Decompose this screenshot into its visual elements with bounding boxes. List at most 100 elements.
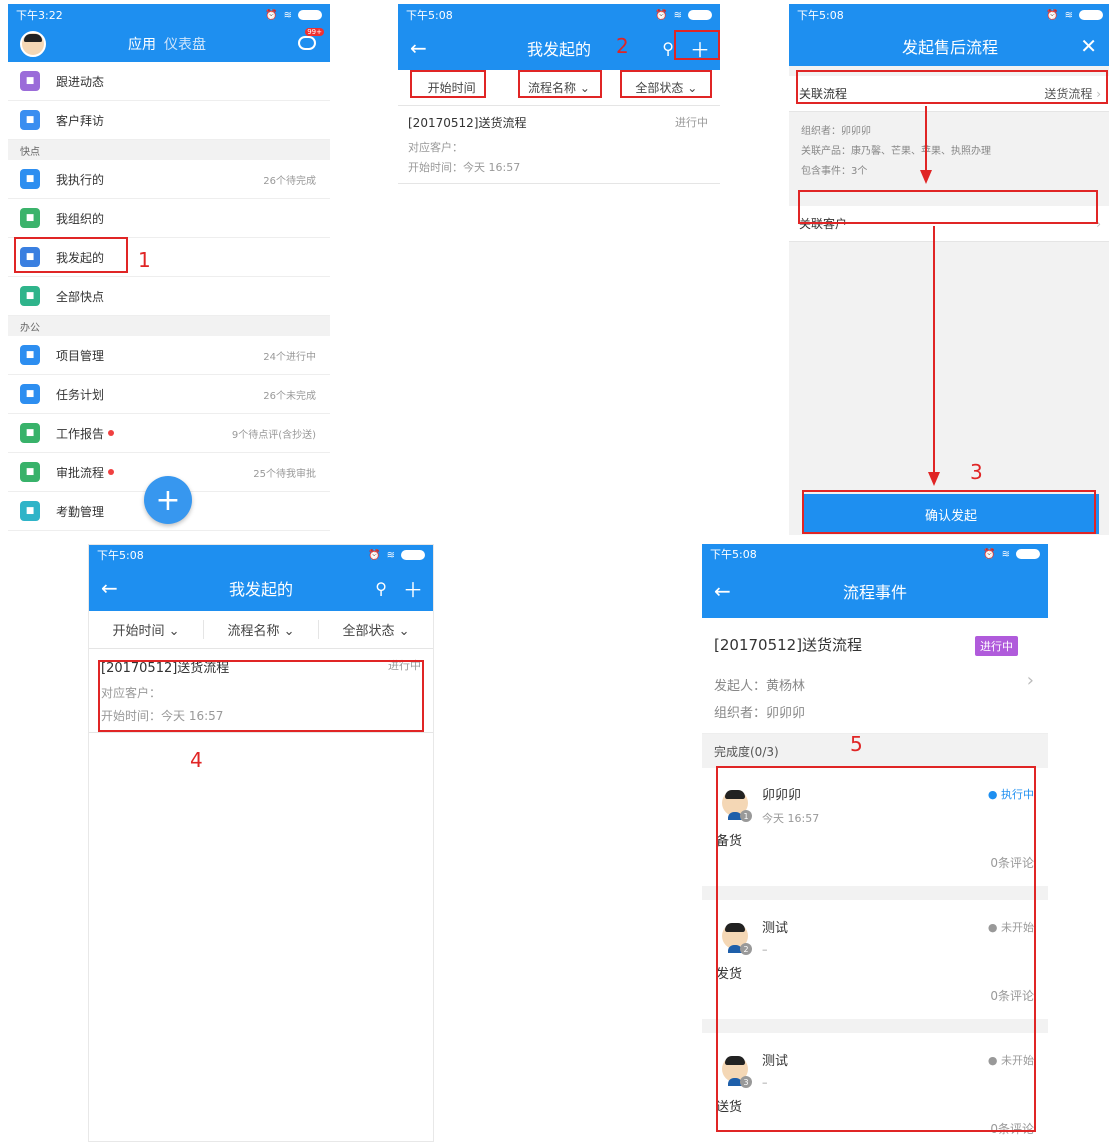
status-bar: 下午5:08 ⏰ ≋	[702, 544, 1048, 564]
alarm-icon: ⏰	[1046, 9, 1059, 21]
app-row-label: 考勤管理	[56, 504, 105, 519]
nav-bar: 发起售后流程 ✕	[789, 26, 1109, 66]
back-arrow-icon[interactable]: ←	[410, 36, 427, 60]
tab-dashboard[interactable]: 仪表盘	[164, 34, 206, 54]
panel-my-initiated-result: 下午5:08 ⏰ ≋ ← 我发起的 ⚲ ＋ 开始时间 ⌄ 流程名称 ⌄ 全部状态 ⌄…	[88, 544, 434, 1142]
alarm-icon: ⏰	[983, 548, 996, 560]
alarm-icon: ⏰	[368, 549, 381, 561]
flow-initiator: 发起人：黄杨林	[714, 679, 806, 694]
report-icon: ■	[20, 423, 40, 443]
filter-bar: 开始时间 ⌄ 流程名称 ⌄ 全部状态 ⌄	[89, 611, 433, 649]
info-events: 包含事件：3个	[801, 166, 868, 177]
app-row-count: 26个待完成	[263, 175, 316, 187]
battery-icon	[401, 550, 425, 560]
nav-bar: ← 我发起的 ⚲ ＋	[89, 565, 433, 611]
folder-icon: ■	[20, 345, 40, 365]
status-time: 下午5:08	[797, 9, 844, 22]
status-bar: 下午5:08 ⏰ ≋	[398, 4, 720, 26]
flow-organizer: 组织者：卯卯卯	[714, 706, 806, 721]
wifi-icon: ≋	[386, 549, 395, 561]
annotation-arrow-1	[925, 106, 927, 172]
wifi-icon: ≋	[1064, 9, 1073, 21]
battery-icon	[1016, 549, 1040, 559]
section-quick: 快点	[8, 140, 330, 160]
app-row-label: 项目管理	[56, 348, 105, 363]
page-title: 发起售后流程	[901, 38, 998, 57]
back-arrow-icon[interactable]: ←	[101, 576, 118, 600]
flow-card[interactable]: [20170512]送货流程 进行中 对应客户： 开始时间：今天 16:57	[398, 106, 720, 184]
app-row[interactable]: ■ 跟进动态	[8, 62, 330, 101]
app-row-label: 客户拜访	[56, 113, 105, 128]
app-row[interactable]: ■ 客户拜访	[8, 101, 330, 140]
flow-card-title: [20170512]送货流程	[408, 116, 527, 130]
location-pin-icon: ■	[20, 110, 40, 130]
filter-status[interactable]: 全部状态 ⌄	[319, 620, 433, 639]
unread-dot	[108, 469, 115, 475]
annotation-label-1: 1	[138, 248, 151, 272]
flow-card-start: 开始时间：今天 16:57	[408, 161, 521, 174]
status-bar: 下午5:08 ⏰ ≋	[789, 4, 1109, 26]
annotation-box-1	[14, 237, 128, 273]
battery-icon	[688, 10, 712, 20]
info-organizer: 组织者：卯卯卯	[801, 126, 871, 137]
app-row[interactable]: ■ 任务计划 26个未完成	[8, 375, 330, 414]
wifi-icon: ≋	[673, 9, 682, 21]
app-row[interactable]: ■ 我组织的	[8, 199, 330, 238]
top-nav: 应用 仪表盘 99+	[8, 26, 330, 62]
page-title: 流程事件	[842, 583, 907, 602]
annotation-box-related-customer	[798, 190, 1098, 224]
annotation-box-tasks	[716, 766, 1036, 1132]
tab-apps[interactable]: 应用	[128, 34, 156, 54]
status-time: 下午5:08	[406, 9, 453, 22]
annotation-label-4: 4	[190, 748, 203, 772]
user-avatar[interactable]	[20, 31, 46, 57]
app-row[interactable]: ■ 项目管理 24个进行中	[8, 336, 330, 375]
nav-bar: ← 我发起的 ⚲ ＋	[398, 26, 720, 70]
app-row-count: 9个待点评(含抄送)	[231, 429, 316, 441]
app-row[interactable]: ■ 工作报告 9个待点评(含抄送)	[8, 414, 330, 453]
app-row-label: 审批流程	[56, 465, 105, 480]
app-row[interactable]: ■ 我执行的 26个待完成	[8, 160, 330, 199]
filter-flow-name[interactable]: 流程名称 ⌄	[204, 620, 319, 639]
filter-start-time[interactable]: 开始时间 ⌄	[89, 620, 204, 639]
unread-dot	[108, 430, 115, 436]
flag-icon: ■	[20, 384, 40, 404]
add-fab-button[interactable]: +	[144, 476, 192, 524]
person-follow-icon: ■	[20, 71, 40, 91]
add-icon[interactable]: ＋	[403, 574, 423, 603]
org-chart-icon: ■	[20, 208, 40, 228]
clock-icon: ■	[20, 501, 40, 521]
pin-icon: ■	[20, 169, 40, 189]
notification-badge: 99+	[305, 28, 324, 36]
status-bar: 下午5:08 ⏰ ≋	[89, 545, 433, 565]
app-row[interactable]: ■ 全部快点	[8, 277, 330, 316]
annotation-arrowhead-1	[920, 170, 932, 184]
search-icon[interactable]: ⚲	[375, 579, 387, 598]
wifi-icon: ≋	[1001, 548, 1010, 560]
status-time: 下午3:22	[16, 9, 63, 22]
status-icons: ⏰ ≋	[265, 10, 322, 21]
nav-bar: ← 流程事件	[702, 564, 1048, 618]
app-row-label: 跟进动态	[56, 74, 105, 89]
annotation-box-confirm	[802, 490, 1096, 534]
annotation-label-5: 5	[850, 732, 863, 756]
layers-icon: ■	[20, 286, 40, 306]
annotation-box-flow-card	[98, 660, 424, 732]
close-icon[interactable]: ✕	[1080, 34, 1097, 58]
section-office: 办公	[8, 316, 330, 336]
info-products: 关联产品：康乃馨、芒果、苹果、执照办理	[801, 146, 991, 157]
status-time: 下午5:08	[710, 548, 757, 561]
chat-bubble-icon	[298, 36, 316, 50]
annotation-box-filter-time	[410, 70, 486, 98]
search-icon[interactable]: ⚲	[662, 39, 674, 58]
back-arrow-icon[interactable]: ←	[714, 579, 731, 603]
annotation-label-2: 2	[616, 34, 629, 58]
progress-bar: 完成度(0/3)	[702, 734, 1048, 768]
flow-header[interactable]: [20170512]送货流程 进行中 发起人：黄杨林 组织者：卯卯卯 ›	[702, 618, 1048, 734]
progress-text: 完成度(0/3)	[714, 744, 779, 759]
battery-icon	[1079, 10, 1103, 20]
plus-icon: +	[155, 482, 181, 518]
annotation-label-3: 3	[970, 460, 983, 484]
flow-card-customer: 对应客户：	[408, 141, 463, 154]
message-button[interactable]: 99+	[298, 28, 324, 50]
